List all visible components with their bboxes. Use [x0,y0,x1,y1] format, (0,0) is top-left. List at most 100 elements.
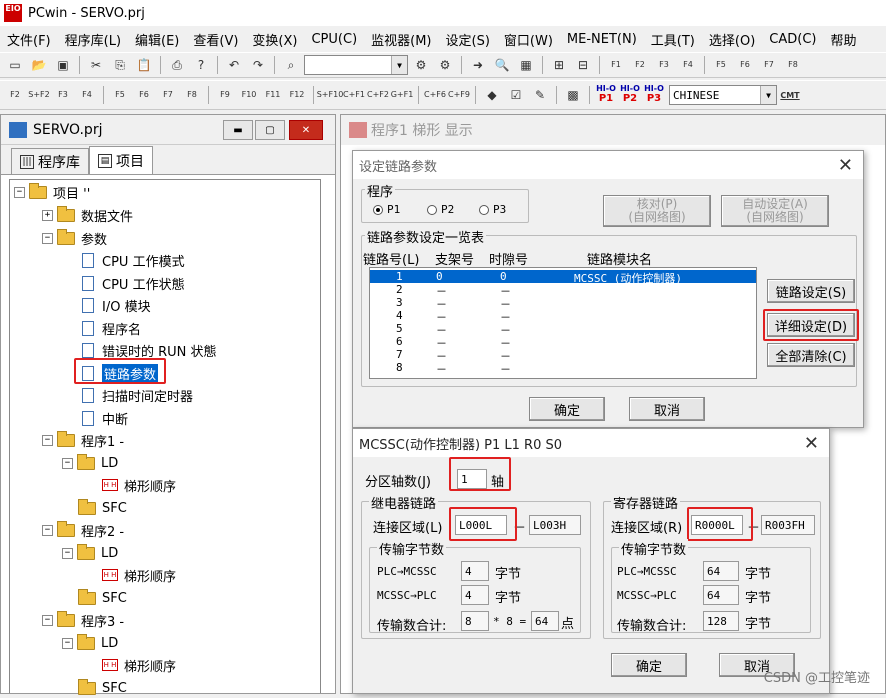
tree-prog3[interactable]: − 程序3 - [42,610,124,630]
menu-settings[interactable]: 设定(S) [439,30,497,49]
diamond-icon[interactable]: ◆ [481,85,503,105]
mcssc-ok-button[interactable]: 确定 [611,653,687,677]
clear-all-button[interactable]: 全部清除(C) [767,343,855,367]
menu-cpu[interactable]: CPU(C) [304,32,364,47]
table-row[interactable]: 7 －－ [370,348,756,363]
f8-key[interactable]: F8 [782,55,804,75]
table-row[interactable]: 1 0 0 MCSSC (动作控制器) [370,270,756,285]
cmt-button[interactable]: CMT [779,85,801,105]
tree-interrupt[interactable]: 中断 [82,408,128,428]
undo-icon[interactable]: ↶ [223,55,245,75]
link-set-button[interactable]: 链路设定(S) [767,279,855,303]
menu-help[interactable]: 帮助 [823,30,863,49]
menu-file[interactable]: 文件(F) [0,30,58,49]
fkey-f12[interactable]: F12 [286,85,308,105]
menu-monitor[interactable]: 监视器(M) [364,30,438,49]
close-icon[interactable]: ✕ [804,433,819,454]
f2-key[interactable]: F2 [629,55,651,75]
p2-button[interactable]: HI-O P2 [619,84,641,106]
tree-root[interactable]: − 项目 '' [14,182,90,202]
close-icon[interactable]: ✕ [838,155,853,176]
new-file-icon[interactable]: ▭ [4,55,26,75]
tree-prog2[interactable]: − 程序2 - [42,520,124,540]
table-row[interactable]: 8 －－ [370,361,756,376]
binoculars-icon[interactable]: ⌕ [280,55,302,75]
fkey-sf2[interactable]: S+F2 [28,85,50,105]
fkey-f8[interactable]: F8 [181,85,203,105]
fkey-cf1[interactable]: C+F1 [343,85,365,105]
fkey-f3[interactable]: F3 [52,85,74,105]
tree-prog1-ladder[interactable]: H H 梯形顺序 [102,475,176,495]
monitor-icon[interactable]: ⚙ [410,55,432,75]
ladder-icon[interactable]: ⊞ [548,55,570,75]
table-row[interactable]: 2 －－ [370,283,756,298]
tree-cpu-state[interactable]: CPU 工作状態 [82,273,185,293]
table-row[interactable]: 6 －－ [370,335,756,350]
tree-prog1-ld[interactable]: − LD [62,453,118,473]
f5-key[interactable]: F5 [710,55,732,75]
ok-button[interactable]: 确定 [529,397,605,421]
tree-prog2-ladder[interactable]: H H 梯形顺序 [102,565,176,585]
monitor2-icon[interactable]: ⚙ [434,55,456,75]
tab-library[interactable]: ||| 程序库 [11,148,89,174]
radio-p2[interactable]: P2 [427,203,454,216]
edit-icon[interactable]: ✎ [529,85,551,105]
chip-icon[interactable]: ▩ [562,85,584,105]
tree-cpu-mode[interactable]: CPU 工作模式 [82,250,185,270]
copy-icon[interactable]: ⎘ [109,55,131,75]
table-row[interactable]: 4 －－ [370,309,756,324]
arrow-right-icon[interactable]: ➜ [467,55,489,75]
minimize-button[interactable]: ▬ [223,120,253,140]
fkey-f5[interactable]: F5 [109,85,131,105]
tree-prog3-ladder[interactable]: H H 梯形顺序 [102,655,176,675]
menu-edit[interactable]: 编辑(E) [128,30,186,49]
paste-icon[interactable]: 📋 [133,55,155,75]
tree-prog2-ld[interactable]: − LD [62,543,118,563]
tree-prog2-sfc[interactable]: SFC [78,588,127,608]
redo-icon[interactable]: ↷ [247,55,269,75]
f1-key[interactable]: F1 [605,55,627,75]
f7-key[interactable]: F7 [758,55,780,75]
menu-convert[interactable]: 变换(X) [245,30,304,49]
menu-library[interactable]: 程序库(L) [58,30,128,49]
p1-button[interactable]: HI-O P1 [595,84,617,106]
fkey-f4[interactable]: F4 [76,85,98,105]
fkey-f11[interactable]: F11 [262,85,284,105]
close-button[interactable]: ✕ [289,120,323,140]
grid-icon[interactable]: ▦ [515,55,537,75]
cut-icon[interactable]: ✂ [85,55,107,75]
tree-prog-name[interactable]: 程序名 [82,318,141,338]
tree-prog1-sfc[interactable]: SFC [78,498,127,518]
fkey-f7[interactable]: F7 [157,85,179,105]
fkey-cf9[interactable]: C+F9 [448,85,470,105]
link-list[interactable]: 1 0 0 MCSSC (动作控制器) 2 －－ 3 －－ 4 －－ 5 －－ 6 －－ 7 －－… [369,267,757,379]
f3-key[interactable]: F3 [653,55,675,75]
auto-set-button[interactable]: 自动设定(A) (自网络图) [721,195,829,227]
ladder2-icon[interactable]: ⊟ [572,55,594,75]
f6-key[interactable]: F6 [734,55,756,75]
tab-project[interactable]: ▤ 项目 [89,146,153,174]
radio-p3[interactable]: P3 [479,203,506,216]
menu-view[interactable]: 查看(V) [186,30,245,49]
menu-cad[interactable]: CAD(C) [762,32,823,47]
print-icon[interactable]: ⎙ [166,55,188,75]
help-icon[interactable]: ? [190,55,212,75]
open-folder-icon[interactable]: 📂 [28,55,50,75]
table-row[interactable]: 5 －－ [370,322,756,337]
save-icon[interactable]: ▣ [52,55,74,75]
language-select[interactable]: CHINESE ▼ [669,85,777,105]
fkey-cf2[interactable]: C+F2 [367,85,389,105]
tree-params[interactable]: − 参数 [42,228,107,248]
zoom-icon[interactable]: 🔍 [491,55,513,75]
radio-p1[interactable]: P1 [373,203,400,216]
check-icon[interactable]: ☑ [505,85,527,105]
fkey-sf10[interactable]: S+F10 [317,85,344,105]
f4-key[interactable]: F4 [677,55,699,75]
menu-tools[interactable]: 工具(T) [644,30,702,49]
fkey-f10[interactable]: F10 [238,85,260,105]
tree-scan-timer[interactable]: 扫描时间定时器 [82,385,193,405]
fkey-f2[interactable]: F2 [4,85,26,105]
menu-window[interactable]: 窗口(W) [497,30,560,49]
tree-data-files[interactable]: + 数据文件 [42,205,133,225]
maximize-button[interactable]: ▢ [255,120,285,140]
